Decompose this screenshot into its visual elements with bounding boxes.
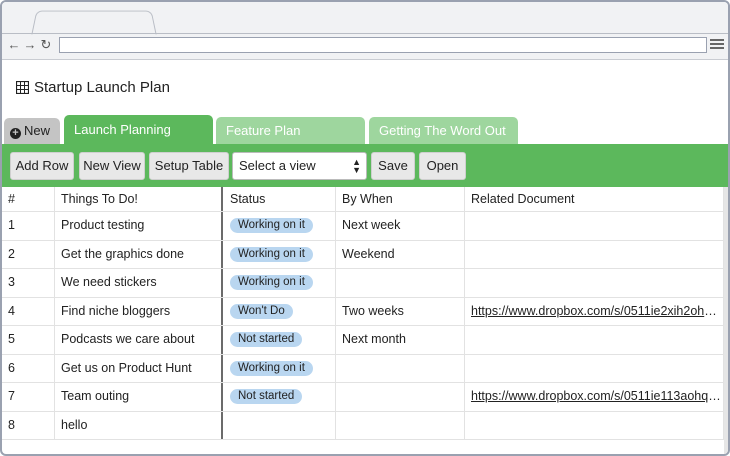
view-select[interactable]: Select a view ▲ ▼	[232, 152, 367, 180]
browser-tab[interactable]	[31, 10, 157, 35]
menu-icon[interactable]	[710, 37, 724, 53]
tab-new-label: New	[24, 123, 51, 138]
cell-status[interactable]: Working on it	[224, 240, 336, 268]
cell-num[interactable]: 4	[2, 297, 55, 325]
cell-status[interactable]	[224, 411, 336, 439]
back-icon[interactable]: ←	[7, 37, 21, 53]
column-header-by-when[interactable]: By When	[336, 187, 465, 211]
table-row[interactable]: 3 We need stickers Working on it	[2, 269, 724, 298]
cell-task[interactable]: Product testing	[55, 212, 223, 240]
status-badge[interactable]: Not started	[230, 389, 303, 405]
tab-feature-plan[interactable]: Feature Plan	[216, 117, 365, 144]
table-icon	[16, 80, 29, 94]
view-select-value: Select a view	[239, 158, 316, 173]
browser-window: ← → ↻ Startup Launch Plan + New Launch Pl…	[0, 0, 730, 456]
save-button[interactable]: Save	[371, 152, 415, 180]
plus-circle-icon: +	[10, 128, 21, 139]
column-header-related-document[interactable]: Related Document	[465, 187, 724, 211]
tab-new[interactable]: + New	[4, 118, 60, 144]
document-link[interactable]: https://www.dropbox.com/s/0511ie2xih2ohq…	[471, 304, 723, 318]
cell-related-document[interactable]	[465, 354, 724, 382]
status-badge[interactable]: Working on it	[230, 360, 313, 376]
new-view-button[interactable]: New View	[79, 152, 145, 180]
tabbar-divider	[2, 33, 728, 34]
tab-getting-the-word-out[interactable]: Getting The Word Out	[369, 117, 518, 144]
cell-task[interactable]: We need stickers	[55, 269, 223, 297]
cell-task[interactable]: Team outing	[55, 383, 223, 411]
cell-by-when[interactable]: Two weeks	[336, 297, 465, 325]
add-row-button[interactable]: Add Row	[10, 152, 74, 180]
cell-num[interactable]: 2	[2, 240, 55, 268]
forward-icon[interactable]: →	[23, 37, 37, 53]
data-table: # Things To Do! Status By When Related D…	[2, 187, 724, 454]
cell-by-when[interactable]: Weekend	[336, 240, 465, 268]
cell-task[interactable]: Find niche bloggers	[55, 297, 223, 325]
cell-status[interactable]: Not started	[224, 326, 336, 354]
cell-num[interactable]: 5	[2, 326, 55, 354]
cell-num[interactable]: 8	[2, 411, 55, 439]
tab-launch-planning[interactable]: Launch Planning	[64, 115, 213, 144]
status-badge[interactable]: Working on it	[230, 275, 313, 291]
table-row[interactable]: 8 hello	[2, 411, 724, 440]
status-badge[interactable]: Not started	[230, 332, 303, 348]
cell-by-when[interactable]	[336, 383, 465, 411]
cell-related-document[interactable]: https://www.dropbox.com/s/0511ie113aohqa…	[465, 383, 724, 411]
address-bar[interactable]	[59, 37, 707, 53]
status-badge[interactable]: Working on it	[230, 246, 313, 262]
table-row[interactable]: 2 Get the graphics done Working on it Weeke…	[2, 240, 724, 269]
table-row[interactable]: 6 Get us on Product Hunt Working on it	[2, 354, 724, 383]
page-title: Startup Launch Plan	[16, 76, 170, 98]
table-scrollbar[interactable]	[724, 187, 728, 454]
cell-related-document[interactable]	[465, 411, 724, 439]
cell-task[interactable]: Podcasts we care about	[55, 326, 223, 354]
setup-table-button[interactable]: Setup Table	[149, 152, 229, 180]
select-arrows-icon: ▲ ▼	[352, 157, 361, 175]
cell-status[interactable]: Working on it	[224, 212, 336, 240]
cell-by-when[interactable]	[336, 411, 465, 439]
cell-status[interactable]: Not started	[224, 383, 336, 411]
cell-num[interactable]: 7	[2, 383, 55, 411]
browser-chrome: ← → ↻	[2, 2, 728, 60]
open-button[interactable]: Open	[419, 152, 466, 180]
column-header-things-to-do[interactable]: Things To Do!	[55, 187, 223, 211]
cell-by-when[interactable]: Next week	[336, 212, 465, 240]
cell-task[interactable]: hello	[55, 411, 223, 439]
cell-related-document[interactable]	[465, 240, 724, 268]
table-row[interactable]: 5 Podcasts we care about Not started Next m…	[2, 326, 724, 355]
table-row[interactable]: 1 Product testing Working on it Next week	[2, 212, 724, 241]
cell-num[interactable]: 1	[2, 212, 55, 240]
status-badge[interactable]: Working on it	[230, 218, 313, 234]
table-row[interactable]: 4 Find niche bloggers Won't Do Two weeks htt…	[2, 297, 724, 326]
column-header-num[interactable]: #	[2, 187, 55, 211]
cell-num[interactable]: 6	[2, 354, 55, 382]
cell-status[interactable]: Working on it	[224, 354, 336, 382]
table-header: # Things To Do! Status By When Related D…	[2, 187, 724, 212]
cell-related-document[interactable]	[465, 212, 724, 240]
status-badge[interactable]: Won't Do	[230, 303, 293, 319]
cell-by-when[interactable]: Next month	[336, 326, 465, 354]
cell-task[interactable]: Get the graphics done	[55, 240, 223, 268]
app-title-text: Startup Launch Plan	[34, 78, 170, 96]
cell-related-document[interactable]	[465, 269, 724, 297]
document-link[interactable]: https://www.dropbox.com/s/0511ie113aohqa…	[471, 389, 723, 403]
reload-icon[interactable]: ↻	[39, 37, 53, 53]
cell-status[interactable]: Working on it	[224, 269, 336, 297]
cell-related-document[interactable]	[465, 326, 724, 354]
cell-num[interactable]: 3	[2, 269, 55, 297]
column-header-status[interactable]: Status	[224, 187, 336, 211]
cell-related-document[interactable]: https://www.dropbox.com/s/0511ie2xih2ohq…	[465, 297, 724, 325]
cell-status[interactable]: Won't Do	[224, 297, 336, 325]
toolbar: Add Row New View Setup Table Select a vi…	[2, 144, 728, 187]
sheet-tabs: + New Launch Planning Feature Plan Gettin…	[2, 115, 728, 144]
cell-by-when[interactable]	[336, 269, 465, 297]
cell-by-when[interactable]	[336, 354, 465, 382]
cell-task[interactable]: Get us on Product Hunt	[55, 354, 223, 382]
table-row[interactable]: 7 Team outing Not started https://www.dropb…	[2, 383, 724, 412]
